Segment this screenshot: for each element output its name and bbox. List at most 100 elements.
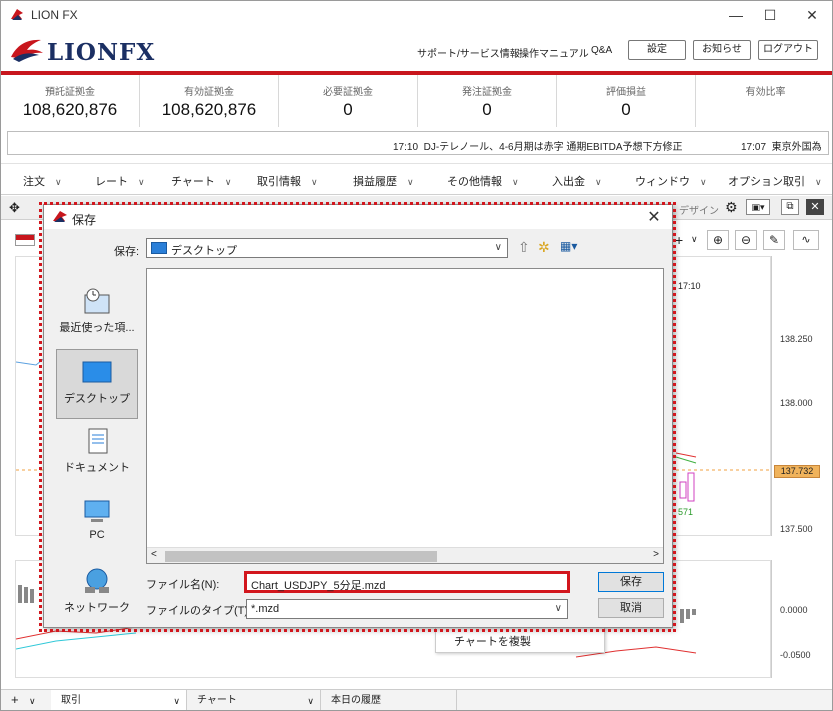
horizontal-scrollbar[interactable]: < > bbox=[147, 547, 663, 563]
lion-logo-icon bbox=[11, 9, 23, 20]
place-label: PC bbox=[89, 529, 105, 541]
tab-trade[interactable]: 取引 ∨ bbox=[51, 690, 187, 710]
chevron-down-icon: ∨ bbox=[595, 177, 602, 187]
menu-other-info[interactable]: その他情報 ∨ bbox=[447, 173, 519, 189]
place-documents[interactable]: ドキュメント bbox=[56, 419, 138, 489]
summary-cell: 必要証拠金 0 bbox=[279, 75, 418, 127]
tab-chart[interactable]: チャート ∨ bbox=[187, 690, 321, 710]
desktop-icon bbox=[151, 242, 167, 254]
candle-label: 571 bbox=[678, 507, 694, 517]
brand-text: LIONFX bbox=[47, 39, 156, 66]
news-item[interactable]: 17:10 DJ-テレノール、4-6月期は赤字 通期EBITDA予想下方修正 bbox=[393, 138, 683, 153]
restore-icon[interactable]: ⧉ bbox=[781, 199, 799, 215]
filename-label: ファイル名(N): bbox=[146, 579, 220, 591]
place-network[interactable]: ネットワーク bbox=[56, 559, 138, 629]
file-list[interactable]: < > bbox=[146, 268, 664, 564]
view-menu-icon[interactable]: ▦▾ bbox=[560, 239, 577, 253]
menu-pl-history[interactable]: 損益履歴 ∨ bbox=[353, 173, 414, 189]
zoom-out-icon[interactable]: ⊖ bbox=[735, 230, 757, 250]
save-button[interactable]: 保存 bbox=[598, 572, 664, 592]
indicator-icon[interactable]: ∿ bbox=[793, 230, 819, 250]
save-in-dropdown[interactable]: デスクトップ ∨ bbox=[146, 238, 508, 258]
settings-button[interactable]: 設定 bbox=[628, 40, 686, 60]
chevron-down-icon[interactable]: ∨ bbox=[29, 696, 36, 707]
chevron-down-icon: ∨ bbox=[407, 177, 414, 187]
maximize-button[interactable]: ☐ bbox=[755, 5, 785, 25]
close-chart-icon[interactable]: ✕ bbox=[806, 199, 824, 215]
summary-value: 108,620,876 bbox=[22, 100, 118, 119]
menu-trade-info[interactable]: 取引情報 ∨ bbox=[257, 173, 318, 189]
menu-deposit[interactable]: 入出金 ∨ bbox=[552, 173, 602, 189]
news-text: DJ-テレノール、4-6月期は赤字 通期EBITDA予想下方修正 bbox=[423, 142, 683, 153]
tab-today-history[interactable]: 本日の履歴 bbox=[321, 690, 457, 710]
dialog-close-icon[interactable]: ✕ bbox=[644, 207, 664, 227]
price-axis: 138.250 138.000 137.500 bbox=[771, 256, 832, 536]
summary-label: 評価損益 bbox=[606, 87, 646, 98]
up-folder-icon[interactable]: ⇧ bbox=[518, 239, 530, 256]
title-bar: LION FX — ☐ ✕ bbox=[1, 1, 832, 29]
close-button[interactable]: ✕ bbox=[797, 5, 827, 25]
add-tab-icon[interactable]: + bbox=[11, 692, 19, 707]
place-label: ドキュメント bbox=[64, 462, 130, 474]
cancel-button[interactable]: 取消 bbox=[598, 598, 664, 618]
scrollbar-thumb[interactable] bbox=[165, 551, 437, 562]
move-icon[interactable]: ✥ bbox=[9, 200, 20, 216]
plus-icon[interactable]: + bbox=[675, 232, 683, 248]
notice-button[interactable]: お知らせ bbox=[693, 40, 751, 60]
menu-label: 入出金 bbox=[552, 176, 585, 188]
lion-logo-icon bbox=[53, 211, 67, 222]
places-bar: 最近使った項... デスクトップ ドキュメント PC ネットワーク bbox=[56, 269, 138, 619]
minimize-button[interactable]: — bbox=[721, 5, 751, 25]
candle bbox=[679, 481, 687, 499]
y-tick-label: 138.250 bbox=[780, 334, 813, 344]
support-link[interactable]: サポート/サービス情報 bbox=[417, 45, 520, 60]
place-pc[interactable]: PC bbox=[56, 489, 138, 559]
place-desktop[interactable]: デスクトップ bbox=[56, 349, 138, 419]
gear-icon[interactable]: ⚙ bbox=[725, 199, 738, 216]
menu-order[interactable]: 注文 ∨ bbox=[23, 173, 62, 189]
news-text: 東京外国為 bbox=[771, 142, 822, 153]
new-folder-icon[interactable]: ✲ bbox=[538, 239, 550, 256]
save-in-value: デスクトップ bbox=[171, 245, 237, 257]
y-tick-label: 138.000 bbox=[780, 398, 813, 408]
y-tick-label: 137.500 bbox=[780, 524, 813, 534]
zoom-in-icon[interactable]: ⊕ bbox=[707, 230, 729, 250]
news-item[interactable]: 17:07 東京外国為 bbox=[741, 138, 822, 153]
menu-rate[interactable]: レート ∨ bbox=[95, 173, 145, 189]
pc-icon bbox=[84, 500, 110, 522]
documents-icon bbox=[88, 428, 108, 454]
chevron-down-icon[interactable]: ∨ bbox=[691, 234, 698, 245]
chevron-down-icon: ∨ bbox=[307, 696, 314, 706]
filetype-dropdown[interactable]: *.mzd ∨ bbox=[246, 599, 568, 619]
duplicate-chart-menu-item[interactable]: チャートを複製 bbox=[435, 627, 605, 653]
tab-label: チャート bbox=[197, 695, 237, 706]
app-header: LIONFX サポート/サービス情報 操作マニュアル Q&A 設定 お知らせ ロ… bbox=[1, 29, 832, 71]
place-recent[interactable]: 最近使った項... bbox=[56, 279, 138, 349]
chevron-down-icon: ∨ bbox=[815, 177, 822, 187]
news-ticker[interactable]: 17:10 DJ-テレノール、4-6月期は赤字 通期EBITDA予想下方修正 1… bbox=[7, 131, 829, 155]
layout-dropdown-icon[interactable]: ▣▾ bbox=[746, 199, 770, 215]
summary-cell: 預託証拠金 108,620,876 bbox=[1, 75, 140, 127]
menu-option-trade[interactable]: オプション取引 ∨ bbox=[728, 173, 822, 189]
filetype-label: ファイルのタイプ(T): bbox=[146, 605, 252, 617]
logout-button[interactable]: ログアウト bbox=[758, 40, 818, 60]
bottom-tabs: + ∨ 取引 ∨ チャート ∨ 本日の履歴 bbox=[1, 689, 832, 710]
menu-label: 取引情報 bbox=[257, 176, 301, 188]
design-label[interactable]: デザイン bbox=[679, 202, 719, 217]
lionfx-app: LION FX — ☐ ✕ LIONFX サポート/サービス情報 操作マニュアル… bbox=[0, 0, 833, 711]
scroll-right-icon[interactable]: > bbox=[653, 549, 659, 560]
dialog-title: 保存 bbox=[72, 213, 97, 227]
summary-label: 預託証拠金 bbox=[45, 87, 95, 98]
summary-label: 発注証拠金 bbox=[462, 87, 512, 98]
manual-link[interactable]: 操作マニュアル bbox=[519, 45, 589, 60]
filename-input[interactable]: Chart_USDJPY_5分足.mzd bbox=[244, 571, 570, 593]
menu-window[interactable]: ウィンドウ ∨ bbox=[635, 173, 707, 189]
dialog-title-bar: 保存 ✕ bbox=[44, 205, 672, 229]
qa-link[interactable]: Q&A bbox=[591, 45, 612, 56]
menu-label: オプション取引 bbox=[728, 176, 805, 188]
pen-icon[interactable]: ✎ bbox=[763, 230, 785, 250]
chevron-down-icon: ∨ bbox=[138, 177, 145, 187]
menu-chart[interactable]: チャート ∨ bbox=[171, 173, 231, 189]
chevron-down-icon: ∨ bbox=[700, 177, 707, 187]
scroll-left-icon[interactable]: < bbox=[151, 549, 157, 560]
